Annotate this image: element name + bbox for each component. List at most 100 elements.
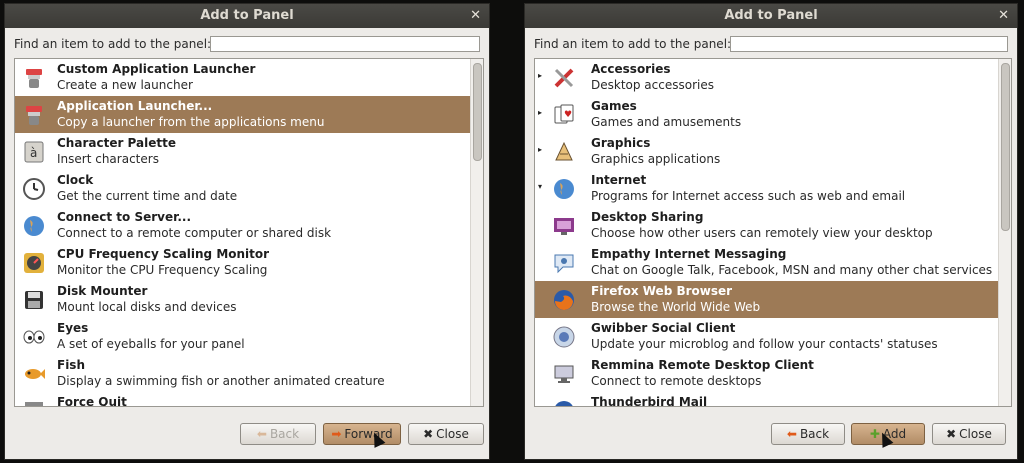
list-item[interactable]: Application Launcher... Copy a launcher f…	[15, 96, 471, 133]
cpu-monitor-icon	[21, 250, 47, 276]
item-name: Accessories	[591, 62, 671, 76]
item-name: Fish	[57, 358, 85, 372]
close-window-icon[interactable]: ✕	[998, 4, 1009, 28]
gwibber-icon	[551, 324, 577, 350]
list-item[interactable]: CPU Frequency Scaling Monitor Monitor the…	[15, 244, 471, 281]
find-label: Find an item to add to the panel:	[534, 37, 732, 51]
list-item[interactable]: ▸ Accessories Desktop accessories	[535, 59, 999, 96]
forward-arrow-icon: ➡	[331, 427, 342, 441]
internet-icon	[551, 176, 577, 202]
item-name: Disk Mounter	[57, 284, 148, 298]
list-item[interactable]: Desktop Sharing Choose how other users ca…	[535, 207, 999, 244]
scrollbar[interactable]	[998, 59, 1011, 406]
back-button[interactable]: ⬅ Back	[240, 423, 316, 445]
item-description: A set of eyeballs for your panel	[57, 337, 245, 351]
list-item[interactable]: Empathy Internet Messaging Chat on Google…	[535, 244, 999, 281]
accessories-icon	[551, 65, 577, 91]
item-name: Thunderbird Mail	[591, 395, 708, 407]
item-description: Connect to remote desktops	[591, 374, 762, 388]
list-item[interactable]: Connect to Server... Connect to a remote …	[15, 207, 471, 244]
list-item[interactable]: Thunderbird Mail	[535, 392, 999, 407]
back-button[interactable]: ⬅ Back	[771, 423, 845, 445]
item-description: Copy a launcher from the applications me…	[57, 115, 325, 129]
item-name: Remmina Remote Desktop Client	[591, 358, 814, 372]
close-icon: ✖	[946, 427, 957, 441]
close-button[interactable]: ✖ Close	[932, 423, 1006, 445]
item-name: Eyes	[57, 321, 89, 335]
item-description: Programs for Internet access such as web…	[591, 189, 906, 203]
expander-arrow-icon[interactable]: ▸	[538, 108, 542, 117]
expander-arrow-icon[interactable]: ▾	[538, 182, 542, 191]
list-item[interactable]: à Character Palette Insert characters	[15, 133, 471, 170]
force-quit-icon	[21, 398, 47, 406]
title-bar[interactable]: Add to Panel ✕	[525, 4, 1017, 28]
firefox-icon	[551, 287, 577, 313]
item-description: Display a swimming fish or another anima…	[57, 374, 385, 388]
desktop-sharing-icon	[551, 213, 577, 239]
window-title: Add to Panel	[200, 8, 294, 23]
back-arrow-icon: ⬅	[256, 427, 267, 441]
list-item[interactable]: Custom Application Launcher Create a new …	[15, 59, 471, 96]
find-label: Find an item to add to the panel:	[14, 37, 212, 51]
item-name: Firefox Web Browser	[591, 284, 733, 298]
item-name: Games	[591, 99, 637, 113]
launcher-icon	[21, 65, 47, 91]
find-row: Find an item to add to the panel:	[534, 34, 1008, 54]
window-title: Add to Panel	[724, 8, 818, 23]
launcher-icon	[21, 102, 47, 128]
add-to-panel-dialog-right: Add to Panel ✕ Find an item to add to th…	[524, 3, 1018, 460]
list-item[interactable]: Clock Get the current time and date	[15, 170, 471, 207]
item-description: Graphics applications	[591, 152, 721, 166]
graphics-icon	[551, 139, 577, 165]
remote-desktop-icon	[551, 361, 577, 387]
expander-arrow-icon[interactable]: ▸	[538, 71, 542, 80]
close-window-icon[interactable]: ✕	[470, 4, 481, 28]
find-input[interactable]	[730, 36, 1008, 52]
item-description: Monitor the CPU Frequency Scaling	[57, 263, 268, 277]
globe-icon	[21, 213, 47, 239]
character-palette-icon: à	[21, 139, 47, 165]
list-item[interactable]: Remmina Remote Desktop Client Connect to …	[535, 355, 999, 392]
list-item[interactable]: Firefox Web Browser Browse the World Wide…	[535, 281, 999, 318]
item-description: Get the current time and date	[57, 189, 238, 203]
fish-icon	[21, 361, 47, 387]
expander-arrow-icon[interactable]: ▸	[538, 145, 542, 154]
floppy-disk-icon	[21, 287, 47, 313]
item-description: Desktop accessories	[591, 78, 714, 92]
item-name: Empathy Internet Messaging	[591, 247, 787, 261]
list-item[interactable]: Force Quit	[15, 392, 471, 406]
list-item[interactable]: ▸ Graphics Graphics applications	[535, 133, 999, 170]
item-name: Application Launcher...	[57, 99, 213, 113]
title-bar[interactable]: Add to Panel ✕	[5, 4, 489, 28]
item-description: Create a new launcher	[57, 78, 193, 92]
item-name: Graphics	[591, 136, 651, 150]
item-description: Choose how other users can remotely view…	[591, 226, 933, 240]
list-item[interactable]: Gwibber Social Client Update your microbl…	[535, 318, 999, 355]
list-item[interactable]: ▸ ♥ Games Games and amusements	[535, 96, 999, 133]
list-item[interactable]: Fish Display a swimming fish or another a…	[15, 355, 471, 392]
item-name: CPU Frequency Scaling Monitor	[57, 247, 270, 261]
item-name: Clock	[57, 173, 94, 187]
item-name: Internet	[591, 173, 647, 187]
list-item[interactable]: ▾ Internet Programs for Internet access su…	[535, 170, 999, 207]
svg-text:♥: ♥	[564, 110, 572, 120]
item-list: ▸ Accessories Desktop accessories ▸ ♥ Games Ga…	[534, 58, 1012, 407]
item-name: Character Palette	[57, 136, 176, 150]
item-name: Gwibber Social Client	[591, 321, 736, 335]
item-description: Mount local disks and devices	[57, 300, 237, 314]
scrollbar-thumb[interactable]	[1001, 63, 1010, 231]
item-description: Update your microblog and follow your co…	[591, 337, 938, 351]
add-to-panel-dialog-left: Add to Panel ✕ Find an item to add to th…	[4, 3, 490, 460]
item-name: Custom Application Launcher	[57, 62, 256, 76]
scrollbar[interactable]	[470, 59, 483, 406]
close-button[interactable]: ✖ Close	[408, 423, 484, 445]
forward-button[interactable]: ➡ Forward	[323, 423, 401, 445]
clock-icon	[21, 176, 47, 202]
scrollbar-thumb[interactable]	[473, 63, 482, 161]
list-item[interactable]: Eyes A set of eyeballs for your panel	[15, 318, 471, 355]
list-item[interactable]: Disk Mounter Mount local disks and device…	[15, 281, 471, 318]
close-icon: ✖	[423, 427, 434, 441]
find-input[interactable]	[210, 36, 480, 52]
find-row: Find an item to add to the panel:	[14, 34, 480, 54]
item-description: Browse the World Wide Web	[591, 300, 761, 314]
